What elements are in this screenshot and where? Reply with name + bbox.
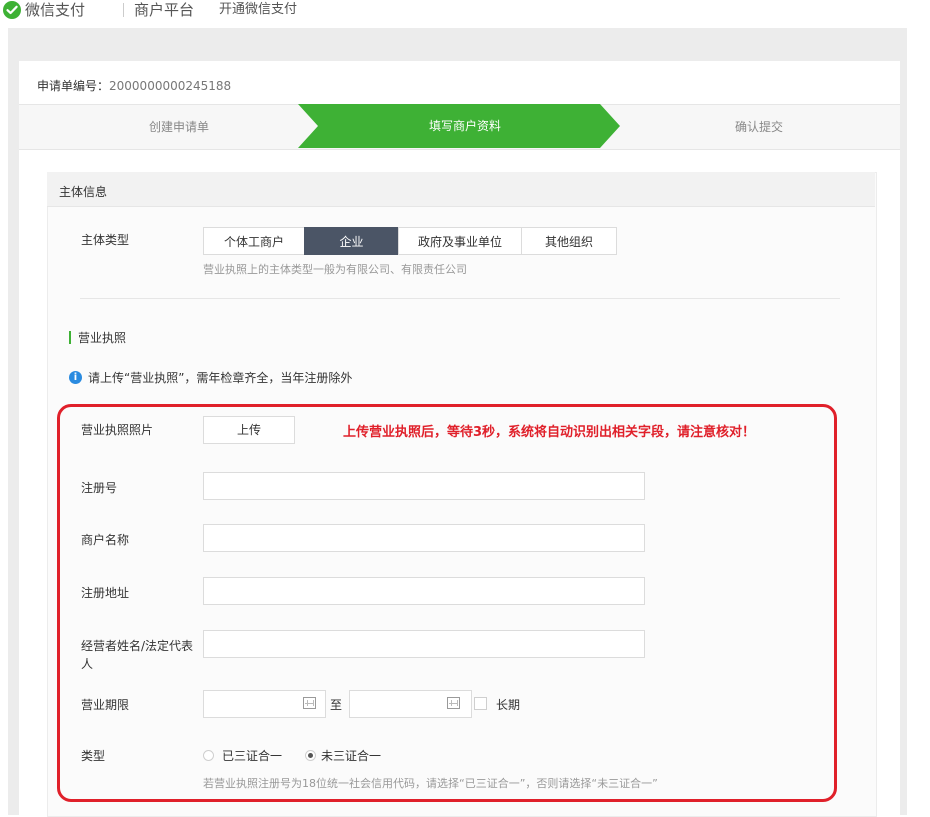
registration-number-input[interactable] <box>203 472 645 500</box>
section-header <box>47 172 875 207</box>
license-photo-label: 营业执照照片 <box>81 423 154 437</box>
entity-type-label: 主体类型 <box>81 233 130 247</box>
entity-type-individual-option[interactable]: 个体工商户 <box>203 227 305 255</box>
license-upload-notice: 请上传“营业执照”，需年检章齐全，当年注册除外 <box>88 371 353 385</box>
business-term-label: 营业期限 <box>81 698 130 712</box>
calendar-icon[interactable] <box>447 697 460 709</box>
business-license-title: 营业执照 <box>78 331 127 345</box>
platform-name[interactable]: 商户平台 <box>134 0 194 20</box>
step-confirm-submit: 确认提交 <box>734 120 783 134</box>
three-in-one-label: 已三证合一 <box>222 749 283 763</box>
license-type-hint: 若营业执照注册号为18位统一社会信用代码，请选择“已三证合一”，否则请选择“未三… <box>203 777 658 790</box>
registration-number-label: 注册号 <box>81 481 118 495</box>
three-in-one-radio[interactable] <box>203 750 214 761</box>
application-number: 申请单编号：2000000000245188 <box>37 77 231 94</box>
header-divider <box>123 3 124 17</box>
legal-representative-label: 经营者姓名/法定代表人 <box>81 639 194 671</box>
calendar-icon[interactable] <box>303 697 316 709</box>
entity-type-enterprise-option[interactable]: 企业 <box>304 227 399 255</box>
merchant-name-input[interactable] <box>203 524 645 552</box>
long-term-checkbox[interactable] <box>474 697 487 710</box>
open-wechat-pay-link[interactable]: 开通微信支付 <box>219 0 297 20</box>
application-number-value: 2000000000245188 <box>109 79 232 93</box>
long-term-label: 长期 <box>496 698 521 712</box>
brand-name: 微信支付 <box>25 1 86 19</box>
step-create-application: 创建申请单 <box>148 120 209 134</box>
registered-address-input[interactable] <box>203 577 645 605</box>
wechat-pay-logo-icon <box>3 1 21 19</box>
license-type-label: 类型 <box>81 749 106 763</box>
entity-type-other-option[interactable]: 其他组织 <box>521 227 617 255</box>
subsection-marker <box>69 331 71 344</box>
entity-type-government-option[interactable]: 政府及事业单位 <box>398 227 522 255</box>
application-number-label: 申请单编号： <box>37 79 110 93</box>
section-divider <box>80 298 840 299</box>
upload-button[interactable]: 上传 <box>203 416 295 444</box>
not-three-in-one-radio[interactable] <box>305 750 316 761</box>
merchant-name-label: 商户名称 <box>81 533 130 547</box>
entity-type-hint: 营业执照上的主体类型一般为有限公司、有限责任公司 <box>203 263 467 276</box>
section-title: 主体信息 <box>59 185 108 199</box>
info-icon: i <box>69 371 82 384</box>
step-fill-merchant-info: 填写商户资料 <box>428 119 501 133</box>
not-three-in-one-label: 未三证合一 <box>321 749 382 763</box>
registered-address-label: 注册地址 <box>81 586 130 600</box>
date-range-separator: 至 <box>330 698 343 712</box>
legal-representative-input[interactable] <box>203 630 645 658</box>
annotation-note: 上传营业执照后，等待3秒，系统将自动识别出相关字段，请注意核对！ <box>343 425 756 440</box>
